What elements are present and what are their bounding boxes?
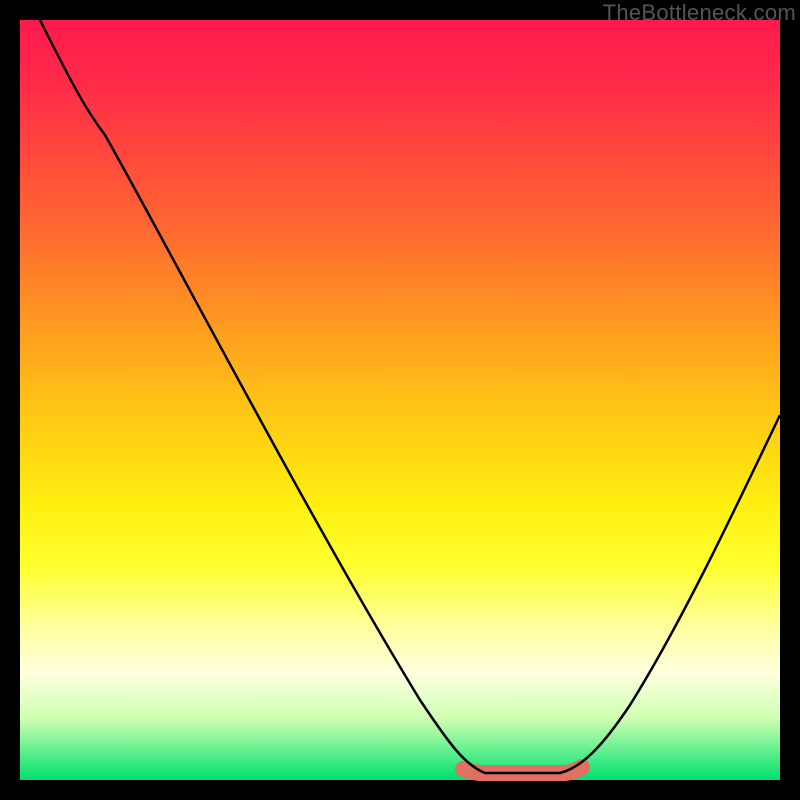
bottleneck-curve [40, 20, 780, 773]
curve-svg [20, 20, 780, 780]
watermark-text: TheBottleneck.com [603, 0, 796, 26]
plot-area [20, 20, 780, 780]
chart-frame: TheBottleneck.com [0, 0, 800, 800]
